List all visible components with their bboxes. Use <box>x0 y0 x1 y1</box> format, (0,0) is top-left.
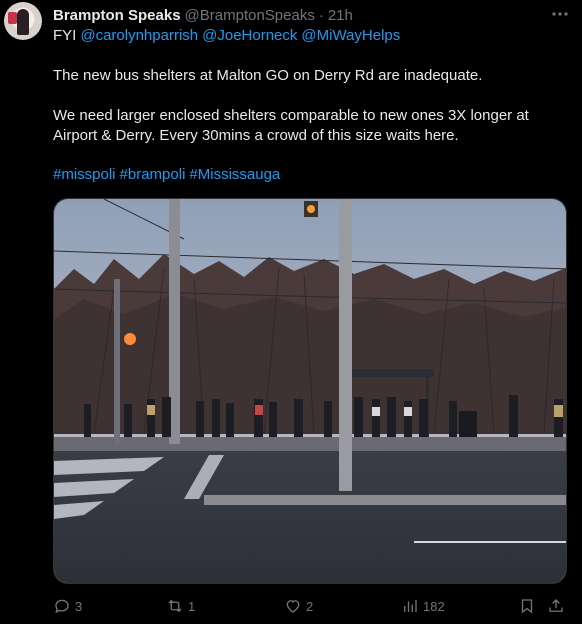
hashtag-link[interactable]: #misspoli <box>53 166 116 183</box>
retweet-count: 1 <box>188 598 196 614</box>
reply-count: 3 <box>75 598 83 614</box>
retweet-button[interactable]: 1 <box>166 596 195 616</box>
display-name[interactable]: Brampton Speaks <box>53 7 181 24</box>
views-button[interactable]: 182 <box>401 596 445 616</box>
more-horizontal-icon <box>552 12 568 16</box>
bus-stop-photo <box>54 199 566 583</box>
separator: · <box>318 6 324 24</box>
tweet-header: Brampton Speaks @BramptonSpeaks · 21h <box>53 5 353 25</box>
bookmark-icon <box>521 599 533 614</box>
tweet-photo[interactable] <box>53 198 567 584</box>
avatar[interactable] <box>4 2 42 40</box>
retweet-icon <box>168 599 182 613</box>
mention-link[interactable]: @JoeHorneck <box>202 27 297 44</box>
share-icon <box>549 599 563 612</box>
tweet-text-line: The new bus shelters at Malton GO on Der… <box>53 67 483 84</box>
heart-icon <box>286 600 300 613</box>
views-chart-icon <box>404 600 417 612</box>
mention-line: FYI @carolynhparrish @JoeHorneck @MiWayHelp… <box>53 27 400 44</box>
mention-link[interactable]: @carolynhparrish <box>80 27 198 44</box>
avatar-figure <box>17 9 29 35</box>
more-button[interactable] <box>550 6 570 22</box>
reply-icon <box>55 599 69 614</box>
hashtag-link[interactable]: #brampoli <box>120 166 186 183</box>
share-button[interactable] <box>547 596 565 616</box>
like-count: 2 <box>306 598 314 614</box>
reply-prefix: FYI <box>53 27 77 44</box>
tweet-text-line: We need larger enclosed shelters compara… <box>53 107 529 124</box>
action-bar: 3 1 2 182 <box>53 596 569 616</box>
like-button[interactable]: 2 <box>284 596 313 616</box>
views-count: 182 <box>423 598 445 614</box>
mention-link[interactable]: @MiWayHelps <box>301 27 400 44</box>
handle[interactable]: @BramptonSpeaks <box>185 7 315 24</box>
avatar-sign <box>8 12 17 24</box>
hashtag-link[interactable]: #Mississauga <box>189 166 280 183</box>
bookmark-button[interactable] <box>518 596 536 616</box>
hashtags: #misspoli #brampoli #Mississauga <box>53 166 284 183</box>
tweet-text-line: Airport & Derry. Every 30mins a crowd of… <box>53 127 459 144</box>
timestamp[interactable]: 21h <box>328 7 353 24</box>
reply-button[interactable]: 3 <box>53 596 82 616</box>
